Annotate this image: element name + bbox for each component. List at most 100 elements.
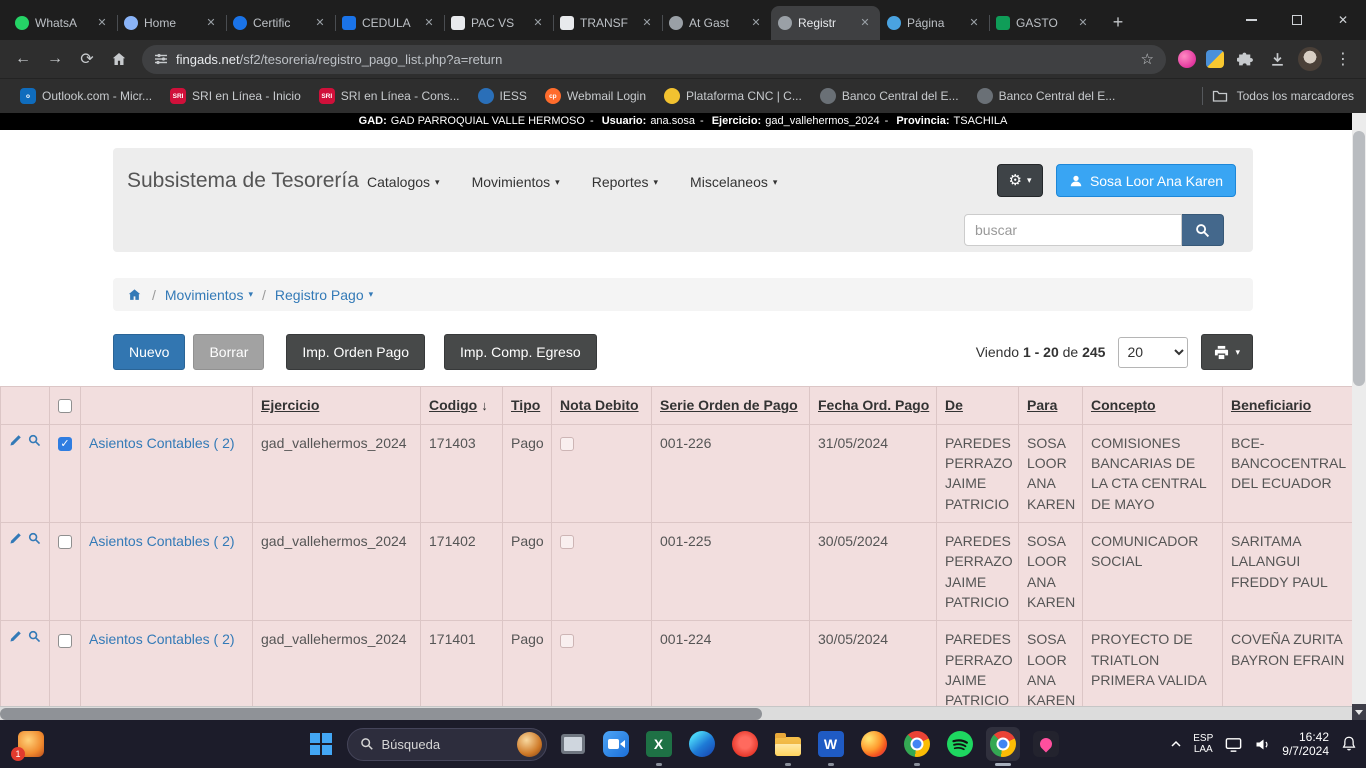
taskbar-app-opera[interactable] bbox=[728, 727, 762, 761]
column-header[interactable]: Tipo bbox=[503, 387, 552, 425]
taskbar-app-paint[interactable] bbox=[1029, 727, 1063, 761]
browser-tab[interactable]: At Gast ✕ bbox=[662, 6, 771, 40]
url-text[interactable]: fingads.net/sf2/tesoreria/registro_pago_… bbox=[176, 52, 1133, 67]
asientos-contables-link[interactable]: Asientos Contables ( 2) bbox=[89, 631, 235, 647]
column-header[interactable]: De bbox=[937, 387, 1019, 425]
column-header[interactable]: Nota Debito bbox=[552, 387, 652, 425]
clock[interactable]: 16:429/7/2024 bbox=[1282, 730, 1329, 758]
minimize-button[interactable] bbox=[1228, 0, 1274, 40]
new-tab-button[interactable]: + bbox=[1104, 8, 1132, 36]
view-search-icon[interactable] bbox=[28, 629, 41, 644]
column-header[interactable]: Fecha Ord. Pago bbox=[810, 387, 937, 425]
bookmark-item[interactable]: SRI SRI en Línea - Cons... bbox=[311, 85, 468, 107]
bookmark-item[interactable]: Banco Central del E... bbox=[812, 85, 967, 107]
column-header[interactable]: Codigo↓ bbox=[421, 387, 503, 425]
back-button[interactable]: ← bbox=[8, 44, 38, 74]
site-settings-icon[interactable] bbox=[154, 52, 168, 66]
address-bar[interactable]: fingads.net/sf2/tesoreria/registro_pago_… bbox=[142, 45, 1166, 74]
tab-close-icon[interactable]: ✕ bbox=[857, 15, 873, 31]
horizontal-scrollbar[interactable] bbox=[0, 706, 1352, 720]
bookmark-item[interactable]: Banco Central del E... bbox=[969, 85, 1124, 107]
taskbar-search[interactable]: Búsqueda bbox=[347, 728, 547, 761]
settings-gear-button[interactable]: ⚙ ▾ bbox=[997, 164, 1043, 197]
browser-tab[interactable]: Home ✕ bbox=[117, 6, 226, 40]
close-window-button[interactable]: ✕ bbox=[1320, 0, 1366, 40]
browser-tab[interactable]: CEDULA ✕ bbox=[335, 6, 444, 40]
taskbar-app-desktop[interactable] bbox=[556, 727, 590, 761]
row-checkbox[interactable] bbox=[58, 437, 72, 451]
select-all-checkbox[interactable] bbox=[58, 399, 72, 413]
browser-home-button[interactable] bbox=[104, 44, 134, 74]
menu-item[interactable]: Movimientos▾ bbox=[472, 174, 560, 190]
bookmark-item[interactable]: IESS bbox=[470, 85, 535, 107]
tab-close-icon[interactable]: ✕ bbox=[639, 15, 655, 31]
edit-icon[interactable] bbox=[9, 433, 22, 448]
asientos-contables-link[interactable]: Asientos Contables ( 2) bbox=[89, 533, 235, 549]
start-button[interactable] bbox=[304, 727, 338, 761]
bookmark-item[interactable]: SRI SRI en Línea - Inicio bbox=[162, 85, 309, 107]
view-search-icon[interactable] bbox=[28, 531, 41, 546]
taskbar-app-file-explorer[interactable] bbox=[771, 727, 805, 761]
extension-icon[interactable] bbox=[1206, 50, 1224, 68]
search-input[interactable] bbox=[964, 214, 1182, 246]
asientos-contables-link[interactable]: Asientos Contables ( 2) bbox=[89, 435, 235, 451]
browser-tab[interactable]: GASTO ✕ bbox=[989, 6, 1098, 40]
taskbar-app-camera[interactable] bbox=[599, 727, 633, 761]
scroll-down-button[interactable] bbox=[1352, 704, 1366, 720]
widgets-button[interactable]: 1 bbox=[18, 731, 44, 757]
horizontal-scrollbar-thumb[interactable] bbox=[0, 708, 762, 720]
search-button[interactable] bbox=[1182, 214, 1224, 246]
nuevo-button[interactable]: Nuevo bbox=[113, 334, 185, 370]
menu-item[interactable]: Reportes▾ bbox=[592, 174, 658, 190]
breadcrumb-link[interactable]: Registro Pago▾ bbox=[275, 287, 373, 303]
reload-button[interactable]: ⟳ bbox=[72, 44, 102, 74]
tab-close-icon[interactable]: ✕ bbox=[94, 15, 110, 31]
print-button[interactable]: ▾ bbox=[1201, 334, 1253, 370]
language-indicator[interactable]: ESPLAA bbox=[1193, 733, 1213, 755]
column-header[interactable]: Serie Orden de Pago bbox=[652, 387, 810, 425]
tab-close-icon[interactable]: ✕ bbox=[203, 15, 219, 31]
downloads-icon[interactable] bbox=[1262, 44, 1292, 74]
tab-close-icon[interactable]: ✕ bbox=[966, 15, 982, 31]
taskbar-app-word[interactable]: W bbox=[814, 727, 848, 761]
all-bookmarks-button[interactable]: Todos los marcadores bbox=[1237, 89, 1354, 103]
row-checkbox[interactable] bbox=[58, 634, 72, 648]
taskbar-app-chrome[interactable] bbox=[900, 727, 934, 761]
browser-tab[interactable]: WhatsA ✕ bbox=[8, 6, 117, 40]
tab-close-icon[interactable]: ✕ bbox=[421, 15, 437, 31]
view-search-icon[interactable] bbox=[28, 433, 41, 448]
taskbar-app-excel[interactable]: X bbox=[642, 727, 676, 761]
row-checkbox[interactable] bbox=[58, 535, 72, 549]
forward-button[interactable]: → bbox=[40, 44, 70, 74]
user-button[interactable]: Sosa Loor Ana Karen bbox=[1056, 164, 1236, 197]
taskbar-app-chrome-active[interactable] bbox=[986, 727, 1020, 761]
vertical-scrollbar[interactable] bbox=[1352, 113, 1366, 720]
network-icon[interactable] bbox=[1224, 735, 1243, 754]
bookmark-item[interactable]: o Outlook.com - Micr... bbox=[12, 85, 160, 107]
extensions-puzzle-icon[interactable] bbox=[1230, 44, 1260, 74]
tab-close-icon[interactable]: ✕ bbox=[748, 15, 764, 31]
taskbar-app-firefox[interactable] bbox=[857, 727, 891, 761]
bookmark-item[interactable]: cp Webmail Login bbox=[537, 85, 654, 107]
home-icon[interactable] bbox=[127, 288, 142, 302]
tab-close-icon[interactable]: ✕ bbox=[1075, 15, 1091, 31]
maximize-button[interactable] bbox=[1274, 0, 1320, 40]
column-header[interactable]: Ejercicio bbox=[253, 387, 421, 425]
edit-icon[interactable] bbox=[9, 531, 22, 546]
browser-tab[interactable]: Página ✕ bbox=[880, 6, 989, 40]
menu-item[interactable]: Catalogos▾ bbox=[367, 174, 440, 190]
tab-close-icon[interactable]: ✕ bbox=[530, 15, 546, 31]
browser-tab[interactable]: Registr ✕ bbox=[771, 6, 880, 40]
bookmark-item[interactable]: Plataforma CNC | C... bbox=[656, 85, 810, 107]
extension-icon[interactable] bbox=[1178, 50, 1196, 68]
notifications-bell-icon[interactable] bbox=[1340, 735, 1358, 753]
page-size-select[interactable]: 20 bbox=[1118, 337, 1188, 368]
browser-tab[interactable]: Certific ✕ bbox=[226, 6, 335, 40]
browser-tab[interactable]: TRANSF ✕ bbox=[553, 6, 662, 40]
bookmark-star-icon[interactable]: ☆ bbox=[1141, 50, 1154, 68]
menu-kebab-icon[interactable]: ⋮ bbox=[1328, 44, 1358, 74]
taskbar-app-edge[interactable] bbox=[685, 727, 719, 761]
menu-item[interactable]: Miscelaneos▾ bbox=[690, 174, 777, 190]
tab-close-icon[interactable]: ✕ bbox=[312, 15, 328, 31]
column-header[interactable]: Para bbox=[1019, 387, 1083, 425]
